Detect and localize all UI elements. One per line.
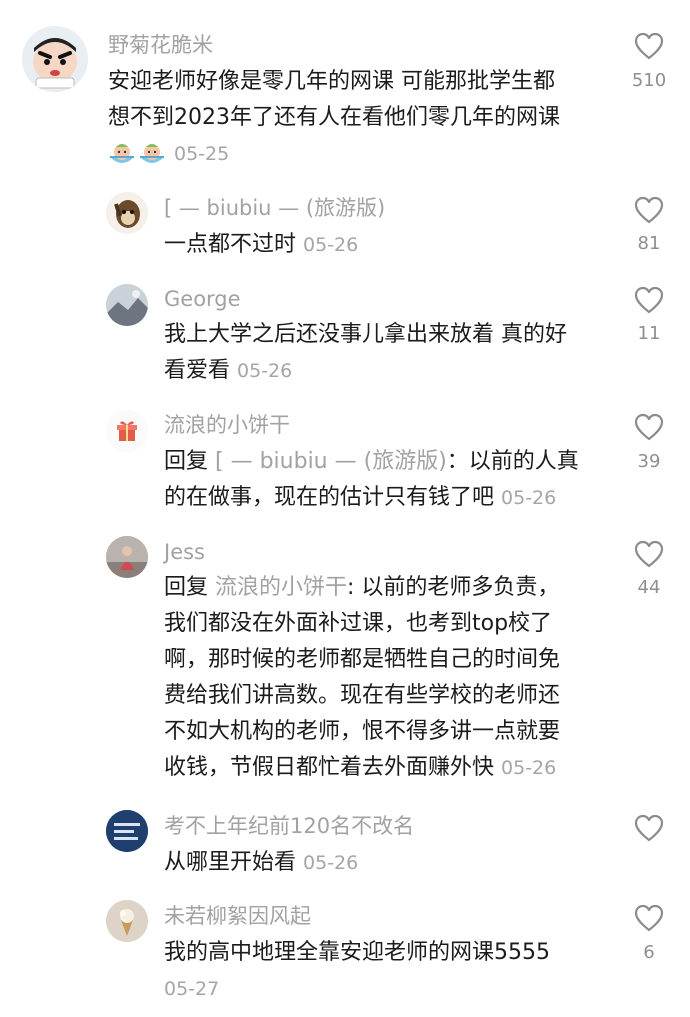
heart-outline-icon[interactable] [634, 32, 664, 60]
comment-date: 05-25 [174, 143, 230, 165]
like-count: 510 [631, 70, 667, 91]
like-count: 6 [643, 942, 655, 963]
comment-line: 我的高中地理全靠安迎老师的网课5555 [164, 940, 550, 965]
avatar[interactable] [106, 192, 148, 234]
heart-outline-icon[interactable] [634, 540, 664, 568]
heart-outline-icon[interactable] [634, 814, 664, 842]
comment-line: 回复 流浪的小饼干: 以前的老师多负责， [164, 570, 560, 606]
comment-line-text: 一点都不过时 [164, 232, 297, 257]
comment-line-text: 从哪里开始看 [164, 850, 297, 875]
comment-line-text: 看爱看 [164, 358, 231, 383]
comment-date: 05-26 [237, 360, 293, 382]
heart-outline-icon[interactable] [634, 413, 664, 441]
comment-meta: 05-25 [108, 136, 560, 172]
comment-line: 收钱，节假日都忙着去外面赚外快 05-26 [164, 750, 560, 786]
comment-text: 一点都不过时 05-26 [164, 227, 358, 263]
avatar[interactable] [22, 26, 88, 92]
reply-target-username[interactable]: [ — biubiu — (旅游版) [215, 449, 447, 474]
like-count: 11 [637, 323, 661, 344]
text-image-avatar-icon [106, 810, 148, 852]
comment-line-text: ：以前的人真 [446, 449, 579, 474]
comment-text: 回复 [ — biubiu — (旅游版)：以前的人真 的在做事，现在的估计只有… [164, 444, 579, 516]
comment-line: 从哪里开始看 05-26 [164, 845, 358, 881]
username[interactable]: 流浪的小饼干 [164, 412, 290, 438]
comment-line: 想不到2023年了还有人在看他们零几年的网课 [108, 105, 560, 130]
comment-line: 一点都不过时 05-26 [164, 227, 358, 263]
username[interactable]: [ — biubiu — (旅游版) [164, 195, 385, 221]
comment-date: 05-26 [303, 234, 359, 256]
comment-line-text: 的在做事，现在的估计只有钱了吧 [164, 485, 495, 510]
comment-text: 我上大学之后还没事儿拿出来放着 真的好 看爱看 05-26 [164, 317, 567, 389]
dog-avatar-icon [106, 192, 148, 234]
comment-line: 费给我们讲高数。现在有些学校的老师还 [164, 683, 561, 708]
comment-line: 的在做事，现在的估计只有钱了吧 05-26 [164, 480, 579, 516]
reply-prefix: 回复 [164, 449, 209, 474]
heart-outline-icon[interactable] [634, 196, 664, 224]
emoji-row [108, 141, 166, 167]
comment-text: 安迎老师好像是零几年的网课 可能那批学生都 想不到2023年了还有人在看他们零几… [108, 64, 560, 172]
comment-line: 看爱看 05-26 [164, 353, 567, 389]
comment-line: 不如大机构的老师，恨不得多讲一点就要 [164, 719, 561, 744]
like-count: 81 [637, 233, 661, 254]
comment-line-text: 收钱，节假日都忙着去外面赚外快 [164, 755, 495, 780]
comment-line: 安迎老师好像是零几年的网课 可能那批学生都 [108, 69, 555, 94]
ice-cream-avatar-icon [106, 900, 148, 942]
comment-line: 我上大学之后还没事儿拿出来放着 真的好 [164, 322, 567, 347]
avatar[interactable] [106, 410, 148, 452]
heart-outline-icon[interactable] [634, 904, 664, 932]
username[interactable]: 野菊花脆米 [108, 32, 213, 58]
like-count: 44 [637, 577, 661, 598]
peach-bath-emoji-icon [140, 144, 164, 163]
comment-date: 05-26 [501, 487, 557, 509]
comment-line-text: : 以前的老师多负责， [347, 575, 560, 600]
crayon-shinchan-avatar-icon [22, 26, 88, 92]
avatar[interactable] [106, 284, 148, 326]
username[interactable]: 考不上年纪前120名不改名 [164, 813, 414, 839]
comment-line: 啊，那时候的老师都是牺牲自己的时间免 [164, 647, 561, 672]
username[interactable]: George [164, 286, 241, 312]
avatar[interactable] [106, 810, 148, 852]
comment-line: 我们都没在外面补过课，也考到top校了 [164, 611, 553, 636]
comment-meta: 05-27 [164, 971, 550, 1007]
comment-text: 回复 流浪的小饼干: 以前的老师多负责， 我们都没在外面补过课，也考到top校了… [164, 570, 560, 786]
avatar[interactable] [106, 900, 148, 942]
peach-bath-emoji-icon [110, 144, 134, 163]
gift-box-avatar-icon [106, 410, 148, 452]
comment-line: 回复 [ — biubiu — (旅游版)：以前的人真 [164, 444, 579, 480]
heart-outline-icon[interactable] [634, 286, 664, 314]
comment-date: 05-27 [164, 978, 220, 1000]
person-photo-avatar-icon [106, 536, 148, 578]
username[interactable]: 未若柳絮因风起 [164, 903, 311, 929]
landscape-avatar-icon [106, 284, 148, 326]
like-count: 39 [637, 451, 661, 472]
comment-text: 从哪里开始看 05-26 [164, 845, 358, 881]
comment-date: 05-26 [501, 757, 557, 779]
reply-target-username[interactable]: 流浪的小饼干 [215, 575, 347, 600]
reply-prefix: 回复 [164, 575, 209, 600]
comment-text: 我的高中地理全靠安迎老师的网课5555 05-27 [164, 935, 550, 1007]
avatar[interactable] [106, 536, 148, 578]
username[interactable]: Jess [164, 539, 205, 565]
comment-date: 05-26 [303, 852, 359, 874]
